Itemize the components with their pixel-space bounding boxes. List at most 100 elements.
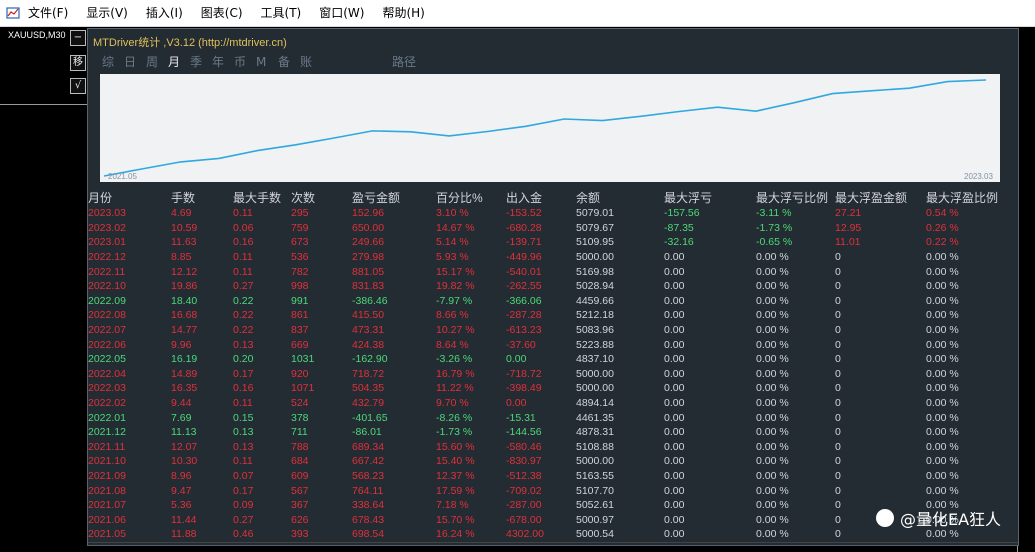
column-header[interactable]: 次数 [291,189,352,206]
table-row[interactable]: 2023.02 10.59 0.06 759 650.00 14.67 % -680.28 5… [88,221,1018,236]
table-cell: 3.10 % [436,207,469,220]
table-row[interactable]: 2022.05 16.19 0.20 1031 -162.90 -3.26 % 0.00 48… [88,352,1018,367]
table-row[interactable]: 2022.07 14.77 0.22 837 473.31 10.27 % -613.23 5… [88,323,1018,338]
table-cell: 2022.08 [88,309,126,322]
table-cell: 0 [835,382,841,395]
table-cell: -262.55 [506,280,542,293]
period-tab[interactable]: 账户 [300,53,322,87]
table-cell: 0.00 % [926,280,959,293]
table-cell: 2022.03 [88,382,126,395]
column-header[interactable]: 最大浮盈金额 [835,189,926,206]
column-header[interactable]: 百分比% [436,189,506,206]
table-row[interactable]: 2021.11 12.07 0.13 788 689.34 15.60 % -580.46 5… [88,440,1018,455]
table-cell: 2022.01 [88,411,126,424]
table-cell: 0.07 [233,469,254,482]
table-cell: 0.00 % [756,528,789,541]
table-cell: -366.06 [506,294,542,307]
table-cell: 0.00 % [756,251,789,264]
menu-charts[interactable]: 图表(C) [192,0,252,26]
column-header[interactable]: 出入金 [506,189,576,206]
period-tab[interactable]: 年 [212,53,234,71]
column-header[interactable]: 月份 [88,189,171,206]
facebook-icon [876,509,894,527]
table-cell: 0.00 [664,528,685,541]
collapse-button[interactable]: − [70,30,86,46]
table-cell: 10.59 [171,221,198,234]
move-button[interactable]: 移 [70,55,86,71]
column-header[interactable]: 最大浮亏 [664,189,756,206]
table-cell: 0.00 % [926,411,959,424]
column-header[interactable]: 最大浮盈比例 [926,189,1018,206]
table-cell: 0 [835,367,841,380]
table-cell: -1.73 % [436,426,473,439]
menubar: 文件(F) 显示(V) 插入(I) 图表(C) 工具(T) 窗口(W) 帮助(H… [0,0,1035,27]
column-header[interactable]: 手数 [171,189,233,206]
column-header[interactable]: 盈亏金额 [352,189,436,206]
table-cell: -8.26 % [436,411,473,424]
table-cell: -287.28 [506,309,542,322]
table-cell: 0.00 % [756,440,789,453]
menu-insert[interactable]: 插入(I) [137,0,192,26]
table-cell: 0 [835,294,841,307]
table-cell: 0.00 [664,484,685,497]
table-cell: -139.71 [506,236,542,249]
table-cell: 0.00 [664,280,685,293]
window-title: MTDriver统计 ,V3.12 (http://mtdriver.cn) [93,37,287,49]
table-row[interactable]: 2021.09 8.96 0.07 609 568.23 12.37 % -512.38 51… [88,469,1018,484]
table-cell: 0.11 [233,455,253,468]
total-cell: 27.21 [835,541,926,545]
period-tab[interactable]: 备 [278,53,300,71]
table-cell: 0.00 [664,397,685,410]
period-tab[interactable]: 综 [102,53,124,71]
menu-file[interactable]: 文件(F) [26,0,77,26]
menu-tools[interactable]: 工具(T) [252,0,311,26]
table-row[interactable]: 2022.01 7.69 0.15 378 -401.65 -8.26 % -15.31 44… [88,410,1018,425]
table-row[interactable]: 2023.03 4.69 0.11 295 152.96 3.10 % -153.52 507… [88,206,1018,221]
table-cell: -680.28 [506,221,542,234]
table-cell: 2021.07 [88,499,126,512]
table-cell: 0.20 [233,353,254,366]
table-cell: 0.00 % [756,455,789,468]
table-cell: 0.00 % [756,484,789,497]
period-tab[interactable]: 日 [124,53,146,71]
table-row[interactable]: 2022.09 18.40 0.22 991 -386.46 -7.97 % -366.06… [88,294,1018,309]
table-cell: 0.00 % [756,294,789,307]
table-row[interactable]: 2022.04 14.89 0.17 920 718.72 16.79 % -718.72 5… [88,367,1018,382]
table-cell: 0.13 [233,426,254,439]
menu-view[interactable]: 显示(V) [77,0,137,26]
table-row[interactable]: 2021.10 10.30 0.11 684 667.42 15.40 % -830.97 5… [88,454,1018,469]
watermark: @量化EA狂人 [876,506,1001,530]
table-row[interactable]: 2022.10 19.86 0.27 998 831.83 19.82 % -262.55 5… [88,279,1018,294]
table-cell: 279.98 [352,251,385,264]
table-row[interactable]: 2022.06 9.96 0.13 669 424.38 8.64 % -37.60 5223… [88,337,1018,352]
table-cell: -512.38 [506,469,542,482]
period-tab[interactable]: 季 [190,53,212,71]
table-cell: 0.00 % [926,294,959,307]
table-row[interactable]: 2021.12 11.13 0.13 711 -86.01 -1.73 % -144.56 4… [88,425,1018,440]
period-tab[interactable]: 币 [234,53,256,71]
stats-window: MTDriver统计 ,V3.12 (http://mtdriver.cn) 综… [87,28,1019,546]
column-header[interactable]: 最大手数 [233,189,291,206]
table-cell: 12.12 [171,265,198,278]
table-cell: 10.27 % [436,324,475,337]
period-tab[interactable]: 周 [146,53,168,71]
table-row[interactable]: 2022.08 16.68 0.22 861 415.50 8.66 % -287.28 52… [88,308,1018,323]
table-row[interactable]: 2022.03 16.35 0.16 1071 504.35 11.22 % -398.49… [88,381,1018,396]
menu-help[interactable]: 帮助(H) [373,0,433,26]
column-header[interactable]: 余额 [576,189,664,206]
table-cell: 0.16 [233,236,254,249]
menu-window[interactable]: 窗口(W) [310,0,373,26]
path-label[interactable]: 路径 [392,53,416,71]
table-row[interactable]: 2022.11 12.12 0.11 782 881.05 15.17 % -540.01 5… [88,264,1018,279]
check-button[interactable]: √ [70,78,86,94]
table-row[interactable]: 2022.12 8.85 0.11 536 279.98 5.93 % -449.96 500… [88,250,1018,265]
period-tab[interactable]: 月 [168,53,190,71]
column-header[interactable]: 最大浮亏比例 [756,189,835,206]
period-tab[interactable]: M [256,53,278,71]
table-cell: -1.73 % [756,221,793,234]
table-cell: 11.63 [171,236,197,249]
table-row[interactable]: 2022.02 9.44 0.11 524 432.79 9.70 % 0.00 4894.1… [88,396,1018,411]
table-cell: 0.22 [233,294,254,307]
table-row[interactable]: 2021.08 9.47 0.17 567 764.11 17.59 % -709.02 51… [88,483,1018,498]
table-row[interactable]: 2023.01 11.63 0.16 673 249.66 5.14 % -139.71 51… [88,235,1018,250]
